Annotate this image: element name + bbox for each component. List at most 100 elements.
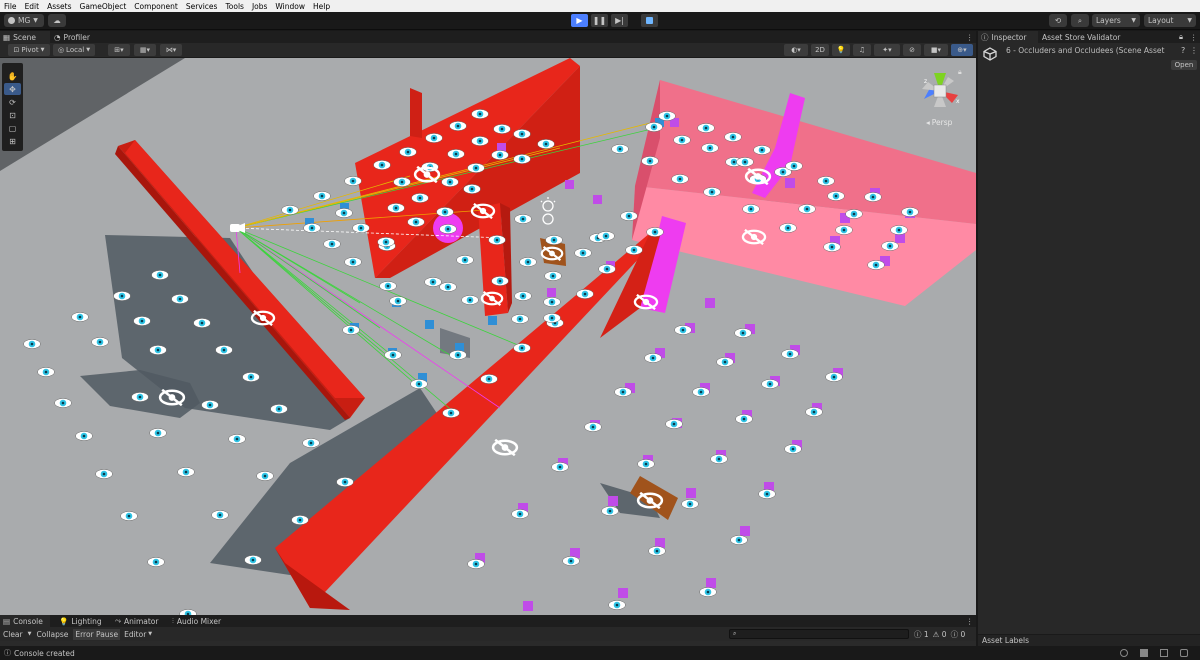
scene-tab-bar: ▦ Scene ◔ Profiler ⋮ [0, 31, 976, 43]
menu-jobs[interactable]: Jobs [248, 2, 271, 11]
hand-tool[interactable]: ✋ [4, 70, 21, 82]
status-message[interactable]: Console created [14, 649, 75, 658]
status-cache-icon [1140, 649, 1148, 657]
status-layout-icon [1160, 649, 1168, 657]
error-count-toggle[interactable]: ⓘ 0 [951, 629, 966, 640]
chevron-down-icon[interactable]: ▼ [148, 631, 152, 637]
transform-icon: ⊞ [9, 136, 16, 146]
rotate-tool[interactable]: ⟳ [4, 96, 21, 108]
search-button[interactable]: ⌕ [1071, 14, 1089, 27]
settings-kebab-icon[interactable]: ⋮ [1190, 46, 1198, 55]
info-icon: ⓘ [981, 32, 989, 42]
chevron-down-icon: ▼ [33, 17, 38, 24]
menu-bar: File Edit Assets GameObject Component Se… [0, 0, 1200, 12]
mode-2d-label: 2D [815, 46, 825, 54]
tab-asset-store-validator[interactable]: Asset Store Validator [1039, 31, 1149, 43]
projection-toggle[interactable]: ◂ Persp [926, 118, 952, 127]
step-button[interactable]: ▶| [611, 14, 628, 27]
layout-dropdown[interactable]: Layout ▼ [1144, 14, 1196, 27]
pivot-label: Pivot [21, 46, 39, 54]
lighting-toggle[interactable]: 💡 [832, 44, 850, 56]
search-icon: ⌕ [733, 630, 737, 637]
scale-tool[interactable]: ⊡ [4, 109, 21, 121]
effects-icon: ✦▾ [882, 46, 892, 54]
play-button[interactable]: ▶ [571, 14, 588, 27]
local-label: Local [66, 46, 85, 54]
transform-tool[interactable]: ⊞ [4, 135, 21, 147]
account-dropdown[interactable]: MG ▼ [4, 14, 44, 27]
menu-window[interactable]: Window [271, 2, 309, 11]
help-icon[interactable]: ? [1181, 46, 1185, 55]
kebab-icon: ⋮ [966, 616, 974, 626]
status-debug-icon [1180, 649, 1188, 657]
kebab-icon: ⋮ [1190, 32, 1198, 42]
warning-count-toggle[interactable]: ⚠ 0 [933, 630, 947, 639]
error-pause-button[interactable]: Error Pause [73, 628, 121, 640]
lock-icon[interactable]: 🔒︎ [958, 68, 962, 77]
audio-toggle[interactable]: ♫ [853, 44, 871, 56]
tab-console[interactable]: ▤ Console [0, 615, 50, 627]
tab-profiler[interactable]: ◔ Profiler [51, 31, 103, 43]
toggle-2d-button[interactable]: 2D [811, 44, 829, 56]
menu-file[interactable]: File [0, 2, 21, 11]
cloud-button[interactable]: ☁ [48, 14, 66, 27]
clear-button[interactable]: Clear [3, 630, 23, 639]
pause-button[interactable]: ❚❚ [591, 14, 608, 27]
layout-label: Layout [1148, 16, 1174, 25]
gizmos-dropdown[interactable]: ⊕▾ [951, 44, 973, 56]
grid-snap-dropdown[interactable]: ▦▾ [134, 44, 156, 56]
scale-icon: ⊡ [9, 110, 16, 120]
chevron-down-icon[interactable]: ▼ [28, 631, 32, 637]
menu-assets[interactable]: Assets [43, 2, 75, 11]
tab-lighting[interactable]: 💡 Lighting [56, 615, 108, 627]
editor-dropdown[interactable]: Editor [124, 630, 146, 639]
chevron-down-icon: ▼ [1131, 17, 1136, 24]
camera-dropdown[interactable]: ■▾ [924, 44, 948, 56]
inspector-panel: ⓘ Inspector Asset Store Validator 🔒︎ ⋮ 6… [978, 31, 1200, 646]
step-icon: ▶| [615, 16, 624, 25]
hidden-objects-toggle[interactable]: ⊘ [903, 44, 921, 56]
pivot-dropdown[interactable]: ⊡ Pivot ▼ [8, 44, 50, 56]
tab-inspector[interactable]: ⓘ Inspector [978, 31, 1038, 43]
scene-viewport[interactable]: z x ✋ ✥ ⟳ ⊡ ▢ ⊞ ◂ Persp 🔒︎ [0, 58, 976, 615]
menu-tools[interactable]: Tools [221, 2, 247, 11]
more-options-button[interactable]: ⋮ [963, 31, 975, 43]
menu-help[interactable]: Help [309, 2, 334, 11]
local-dropdown[interactable]: ◎ Local ▼ [53, 44, 95, 56]
scene-tools-panel: ✋ ✥ ⟳ ⊡ ▢ ⊞ [2, 63, 23, 151]
profiler-icon: ◔ [54, 32, 61, 42]
asset-labels-section[interactable]: Asset Labels [978, 634, 1200, 646]
tab-animator[interactable]: ⤳ Animator [112, 615, 166, 627]
collapse-button[interactable]: Collapse [36, 630, 68, 639]
draw-mode-dropdown[interactable]: ◐▾ [784, 44, 808, 56]
audio-icon: ♫ [858, 46, 866, 54]
collab-button[interactable] [641, 14, 658, 27]
layers-dropdown[interactable]: Layers ▼ [1092, 14, 1140, 27]
console-menu-button[interactable]: ⋮ [963, 615, 975, 627]
open-button[interactable]: Open [1171, 60, 1197, 70]
search-icon: ⌕ [1077, 15, 1083, 25]
console-search-input[interactable]: ⌕ [729, 629, 909, 639]
menu-services[interactable]: Services [182, 2, 222, 11]
snap-icon: ⊞▾ [114, 46, 124, 54]
tab-profiler-label: Profiler [63, 32, 90, 42]
info-count-toggle[interactable]: ⓘ 1 [914, 629, 929, 640]
menu-component[interactable]: Component [130, 2, 182, 11]
menu-edit[interactable]: Edit [21, 2, 44, 11]
rect-tool[interactable]: ▢ [4, 122, 21, 134]
move-tool[interactable]: ✥ [4, 83, 21, 95]
tab-lighting-label: Lighting [71, 616, 102, 626]
hand-icon: ✋ [7, 71, 18, 81]
tab-audio-mixer[interactable]: ⫶ Audio Mixer [169, 615, 233, 627]
increment-snap-dropdown[interactable]: ⋈▾ [160, 44, 182, 56]
inspector-menu-button[interactable]: ⋮ [1187, 31, 1198, 43]
snap-dropdown[interactable]: ⊞▾ [108, 44, 130, 56]
effects-dropdown[interactable]: ✦▾ [874, 44, 900, 56]
scene-toolbar: ⊡ Pivot ▼ ◎ Local ▼ ⊞▾ ▦▾ ⋈▾ ◐▾ 2D 💡 ♫ ✦… [0, 43, 976, 58]
gizmos-icon: ⊕▾ [957, 46, 967, 54]
tab-scene[interactable]: ▦ Scene [0, 31, 50, 43]
kebab-icon: ⋮ [966, 32, 974, 42]
lock-button[interactable]: 🔒︎ [1176, 31, 1186, 43]
menu-gameobject[interactable]: GameObject [76, 2, 131, 11]
history-button[interactable]: ⟲ [1049, 14, 1067, 27]
